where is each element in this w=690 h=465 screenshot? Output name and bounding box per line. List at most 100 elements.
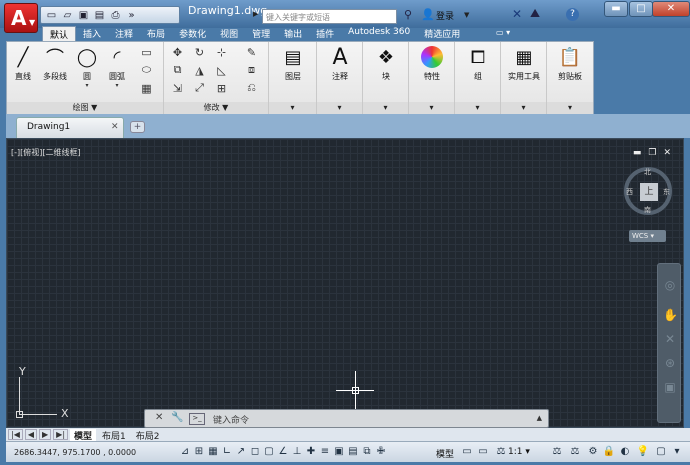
orbit-icon[interactable]: ⊛: [663, 356, 677, 370]
new-icon[interactable]: ▭: [45, 9, 58, 21]
clean-screen-icon[interactable]: ▢: [654, 445, 668, 459]
exchange-icon[interactable]: ✕: [512, 7, 522, 21]
annotation-scale-icon[interactable]: ⚖: [494, 445, 508, 459]
coordinates-readout[interactable]: 2686.3447, 975.1700 , 0.0000: [14, 448, 136, 457]
ducs-icon[interactable]: ⊥: [290, 445, 304, 459]
wrench-icon[interactable]: 🔧: [171, 412, 183, 423]
tab-default[interactable]: 默认: [42, 26, 77, 41]
viewcube-east[interactable]: 东: [663, 187, 670, 197]
modify-panel-title[interactable]: 修改 ▼: [164, 102, 268, 114]
file-tab-drawing1[interactable]: Drawing1 ✕: [16, 117, 124, 138]
save-icon[interactable]: ▣: [77, 9, 90, 21]
last-tab-icon[interactable]: ▶|: [53, 429, 69, 440]
osnap-icon[interactable]: ◻: [248, 445, 262, 459]
erase-icon[interactable]: ✎: [244, 45, 259, 59]
first-tab-icon[interactable]: |◀: [8, 429, 23, 440]
lineweight-icon[interactable]: ≡: [318, 445, 332, 459]
polyline-button[interactable]: ⌒ 多段线: [39, 45, 71, 82]
tab-output[interactable]: 输出: [277, 26, 309, 41]
viewcube-top-face[interactable]: 上: [640, 183, 658, 201]
login-link[interactable]: 登录: [436, 9, 454, 22]
close-button[interactable]: ✕: [652, 1, 690, 17]
tab-layout[interactable]: 布局: [140, 26, 172, 41]
close-icon[interactable]: ✕: [663, 148, 671, 158]
tab-insert[interactable]: 插入: [76, 26, 108, 41]
transparency-icon[interactable]: ▣: [332, 445, 346, 459]
pan-icon[interactable]: ✋: [663, 308, 678, 322]
polar-icon[interactable]: ↗: [234, 445, 248, 459]
viewcube-north[interactable]: 北: [644, 167, 651, 177]
stretch-icon[interactable]: ⇲: [170, 81, 185, 95]
hatch-icon[interactable]: ▦: [139, 81, 154, 95]
tab-annotate[interactable]: 注释: [108, 26, 140, 41]
quick-view-drawings-icon[interactable]: ▭: [476, 445, 490, 459]
viewcube[interactable]: 上 北 南 东 西: [624, 167, 672, 215]
prev-tab-icon[interactable]: ◀: [24, 429, 38, 440]
grid-icon[interactable]: ▦: [206, 445, 220, 459]
next-tab-icon[interactable]: ▶: [39, 429, 52, 440]
move-icon[interactable]: ✥: [170, 45, 185, 59]
layers-panel-dropdown[interactable]: ▾: [269, 102, 316, 114]
status-menu-icon[interactable]: ▾: [670, 445, 684, 459]
chevron-up-icon[interactable]: ▲: [537, 414, 542, 422]
rotate-icon[interactable]: ↻: [192, 45, 207, 59]
mirror-icon[interactable]: ◮: [192, 63, 207, 77]
tab-layout2[interactable]: 布局2: [132, 429, 164, 442]
explode-icon[interactable]: ⧈: [244, 63, 259, 77]
annotation-scale-dropdown[interactable]: 1:1 ▾: [508, 447, 530, 457]
utilities-button[interactable]: ▦ 实用工具: [503, 45, 545, 82]
copy-icon[interactable]: ⧉: [170, 63, 185, 77]
help-icon[interactable]: ?: [566, 8, 579, 21]
block-button[interactable]: ❖ 块: [367, 45, 405, 82]
showmotion-icon[interactable]: ▣: [663, 380, 677, 394]
draw-panel-title[interactable]: 绘图 ▼: [7, 102, 163, 114]
clipboard-button[interactable]: 📋 剪贴板: [551, 45, 589, 82]
snap-icon[interactable]: ⊞: [192, 445, 206, 459]
block-panel-dropdown[interactable]: ▾: [363, 102, 408, 114]
minimize-icon[interactable]: ▬: [633, 148, 642, 158]
infer-constraints-icon[interactable]: ⊿: [178, 445, 192, 459]
tab-layout1[interactable]: 布局1: [98, 429, 130, 442]
annotation-button[interactable]: A 注释: [321, 45, 359, 82]
scale-icon[interactable]: ⤢: [192, 81, 207, 95]
viewcube-west[interactable]: 西: [626, 187, 633, 197]
lock-icon[interactable]: 🔒: [602, 445, 616, 459]
viewcube-south[interactable]: 南: [644, 205, 651, 215]
command-prompt-icon[interactable]: >_: [189, 413, 205, 425]
properties-button[interactable]: 特性: [413, 45, 451, 82]
arc-button[interactable]: ◜ 圆弧 ▾: [103, 45, 131, 90]
tab-featured-apps[interactable]: 精选应用: [417, 26, 467, 41]
login-dropdown-icon[interactable]: ▼: [464, 11, 469, 19]
tab-manage[interactable]: 管理: [245, 26, 277, 41]
user-icon[interactable]: 👤: [421, 8, 435, 21]
quick-view-layouts-icon[interactable]: ▭: [460, 445, 474, 459]
more-icon[interactable]: »: [125, 9, 138, 21]
ribbon-toggle-icon[interactable]: ▭ ▾: [496, 28, 510, 37]
tab-view[interactable]: 视图: [213, 26, 245, 41]
ellipse-icon[interactable]: ⬭: [139, 63, 154, 77]
trim-icon[interactable]: ⊹: [214, 45, 229, 59]
maximize-button[interactable]: □: [629, 1, 653, 17]
command-input[interactable]: 键入命令: [213, 413, 249, 426]
isolate-objects-icon[interactable]: 💡: [636, 445, 650, 459]
steering-wheel-icon[interactable]: ◎: [663, 278, 677, 292]
fillet-icon[interactable]: ◺: [214, 63, 229, 77]
close-icon[interactable]: ✕: [155, 412, 163, 423]
layers-button[interactable]: ▤ 图层: [273, 45, 313, 82]
minimize-button[interactable]: ▬: [604, 1, 628, 17]
rectangle-icon[interactable]: ▭: [139, 45, 154, 59]
save-as-icon[interactable]: ▤: [93, 9, 106, 21]
application-menu-button[interactable]: A ▼: [4, 3, 38, 33]
tab-plugins[interactable]: 插件: [309, 26, 341, 41]
groups-button[interactable]: ⧠ 组: [459, 45, 497, 82]
otrack-icon[interactable]: ∠: [276, 445, 290, 459]
offset-icon[interactable]: ⎌: [244, 81, 259, 95]
selection-cycling-icon[interactable]: ⧉: [360, 445, 374, 459]
tab-parametric[interactable]: 参数化: [172, 26, 213, 41]
properties-panel-dropdown[interactable]: ▾: [409, 102, 454, 114]
quick-properties-icon[interactable]: ▤: [346, 445, 360, 459]
print-icon[interactable]: ⎙: [109, 9, 122, 21]
viewport-controls-label[interactable]: [-][俯视][二维线框]: [11, 147, 81, 158]
3d-osnap-icon[interactable]: ▢: [262, 445, 276, 459]
hardware-acceleration-icon[interactable]: ◐: [618, 445, 632, 459]
